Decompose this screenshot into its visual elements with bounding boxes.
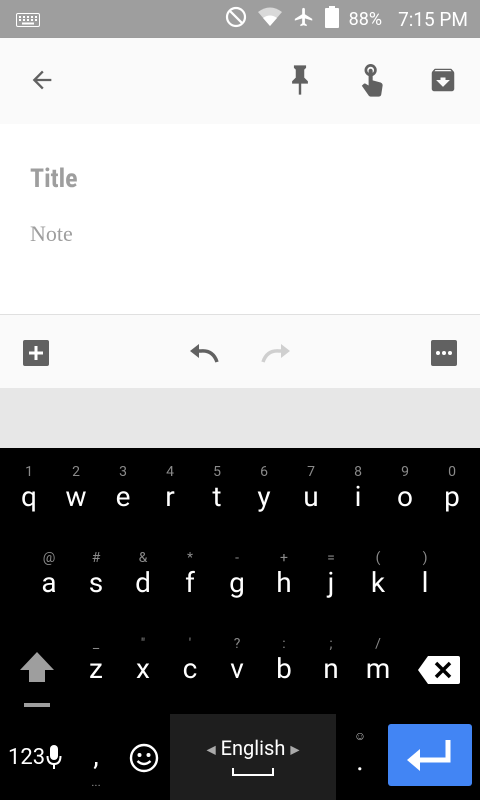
back-button[interactable] [20, 56, 64, 104]
note-editor [0, 124, 480, 314]
key-f[interactable]: * f [166, 550, 214, 600]
shift-key[interactable] [14, 648, 60, 712]
key-i[interactable]: 8i [334, 464, 382, 514]
key-p[interactable]: 0p [428, 464, 476, 514]
emoji-icon [129, 743, 159, 773]
battery-icon [324, 5, 339, 33]
microphone-icon [46, 745, 62, 769]
enter-key[interactable] [388, 724, 472, 786]
space-bar-label: ◀ English ▶ [170, 736, 336, 760]
key-n[interactable]: ; n [307, 636, 355, 686]
emoji-key[interactable] [128, 742, 162, 776]
key-h[interactable]: + h [260, 550, 308, 600]
comma-key[interactable]: , ... [72, 736, 120, 800]
key-a[interactable]: @ a [25, 550, 73, 600]
period-key[interactable]: ☺ . [336, 728, 384, 792]
symbols-key-label: 123 [8, 744, 46, 770]
archive-icon [431, 68, 455, 92]
key-u[interactable]: 7u [287, 464, 335, 514]
key-z[interactable]: _ z [72, 636, 120, 686]
enter-icon [407, 740, 451, 771]
language-label: English [220, 736, 286, 760]
redo-button[interactable] [256, 335, 296, 371]
content-background [0, 388, 480, 448]
arrow-left-icon: ◀ [206, 742, 216, 757]
key-t[interactable]: 5t [193, 464, 241, 514]
soft-keyboard: 1q 2w 3e 4r 5t 6y 7u 8i 9o 0p @ a # s & d *… [0, 448, 480, 800]
key-x[interactable]: " x [119, 636, 167, 686]
space-bar[interactable]: ◀ English ▶ [170, 714, 336, 800]
back-arrow-icon [32, 70, 52, 90]
editor-toolbar [0, 314, 480, 389]
status-bar: 88% 7:15 PM [0, 0, 480, 38]
wifi-icon [257, 6, 283, 33]
symbols-key[interactable]: 123 [8, 740, 62, 774]
key-b[interactable]: :b [260, 636, 308, 686]
comma-key-hint: ... [91, 775, 101, 789]
keyboard-icon [16, 12, 40, 31]
reminder-button[interactable] [348, 56, 396, 106]
key-k[interactable]: (k [354, 550, 402, 600]
backspace-icon [418, 656, 460, 684]
undo-button[interactable] [184, 335, 224, 371]
clock: 7:15 PM [398, 7, 468, 31]
title-field[interactable]: Title [30, 164, 78, 194]
backspace-key[interactable] [416, 654, 462, 686]
more-icon [431, 340, 457, 366]
key-w[interactable]: 2w [52, 464, 100, 514]
key-e[interactable]: 3e [99, 464, 147, 514]
airplane-icon [293, 6, 315, 33]
undo-icon [190, 344, 219, 363]
redo-icon [261, 344, 290, 363]
key-g[interactable]: -g [213, 550, 261, 600]
key-l[interactable]: ) l [401, 550, 449, 600]
key-m[interactable]: / m [354, 636, 402, 686]
archive-button[interactable] [420, 56, 466, 104]
add-box-icon [23, 340, 49, 366]
note-field[interactable]: Note [30, 221, 73, 247]
key-v[interactable]: ? v [213, 636, 261, 686]
app-bar [0, 38, 480, 124]
do-not-disturb-icon [225, 6, 247, 33]
more-button[interactable] [426, 335, 462, 371]
battery-percent: 88% [348, 8, 383, 30]
pin-icon [292, 65, 308, 95]
key-o[interactable]: 9o [381, 464, 429, 514]
key-y[interactable]: 6y [240, 464, 288, 514]
key-q[interactable]: 1q [5, 464, 53, 514]
space-icon [232, 768, 274, 776]
key-j[interactable]: = j [307, 550, 355, 600]
pin-button[interactable] [278, 56, 322, 104]
shift-arrow-icon [20, 652, 54, 707]
key-s[interactable]: # s [72, 550, 120, 600]
key-c[interactable]: ' c [166, 636, 214, 686]
add-button[interactable] [18, 335, 54, 371]
key-r[interactable]: 4r [146, 464, 194, 514]
period-key-hint: ☺ [353, 729, 367, 743]
arrow-right-icon: ▶ [290, 742, 300, 757]
reminder-icon [361, 64, 383, 97]
key-d[interactable]: & d [119, 550, 167, 600]
